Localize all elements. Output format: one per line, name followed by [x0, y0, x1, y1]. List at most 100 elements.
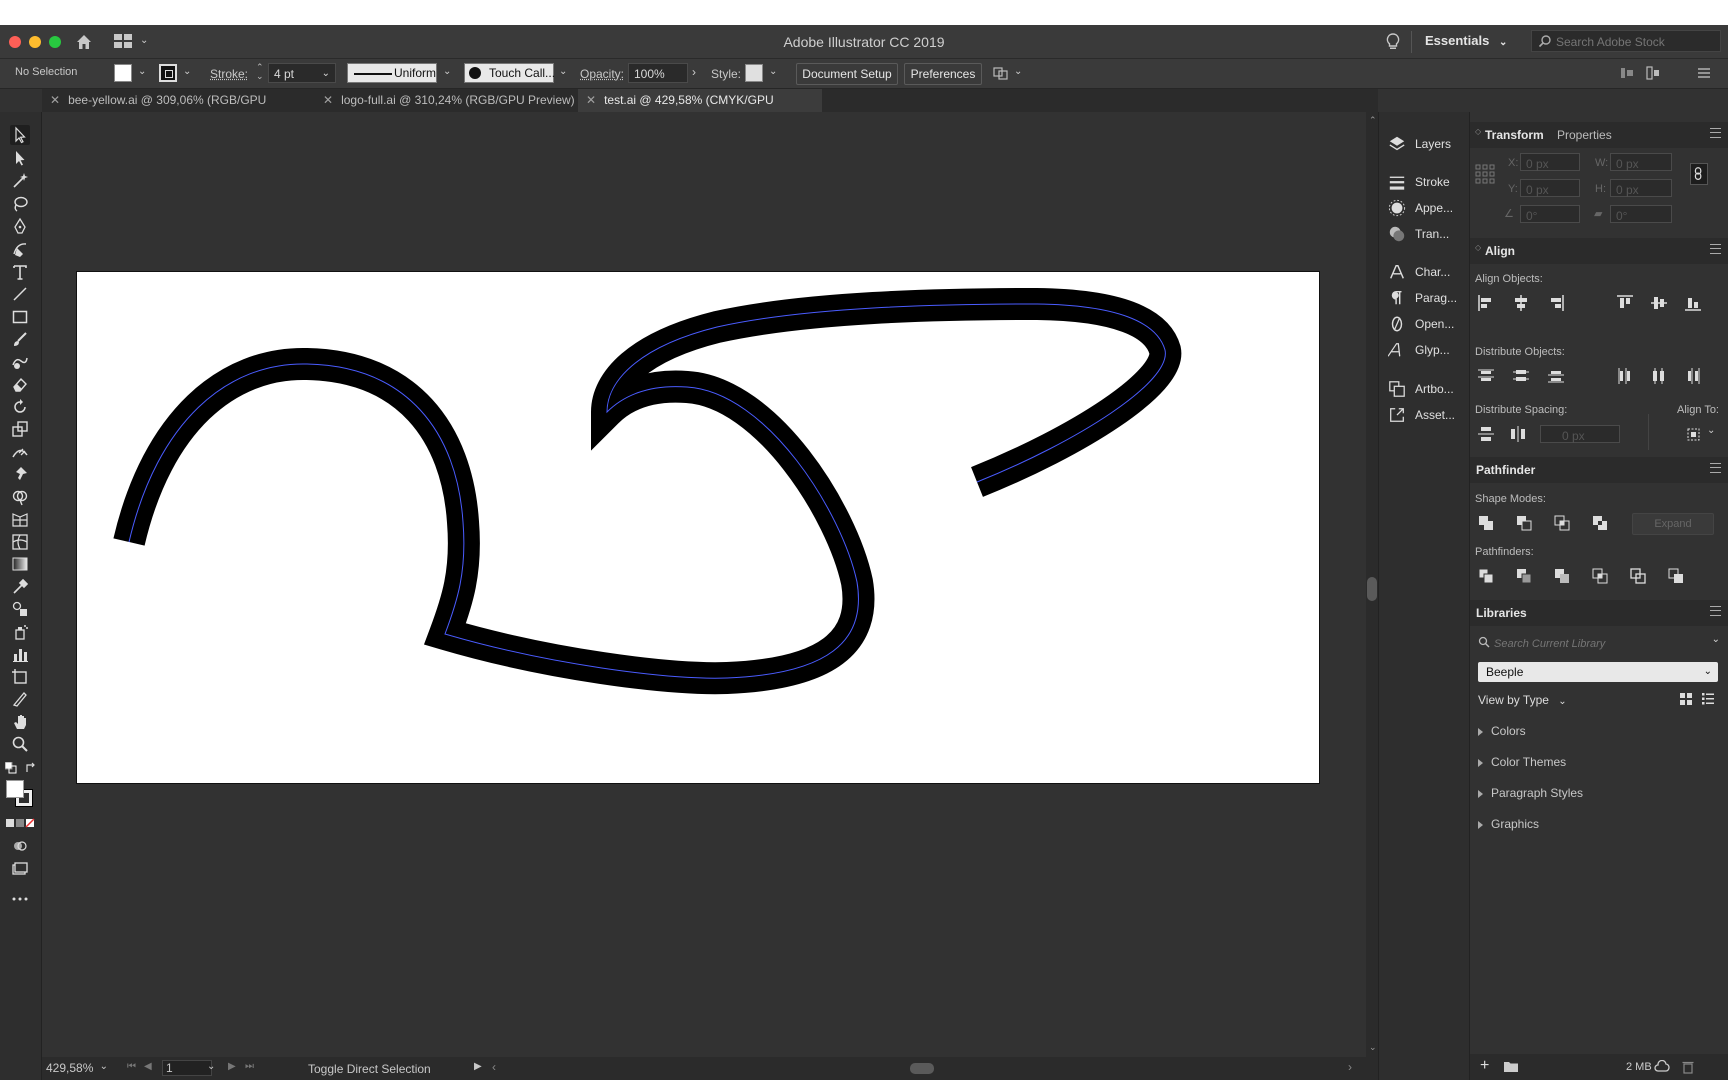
- arrange-icon[interactable]: [993, 65, 1009, 81]
- hand-tool-icon[interactable]: [10, 712, 30, 732]
- chevron-down-icon[interactable]: ⌄: [559, 66, 567, 77]
- scroll-up-icon[interactable]: ⌃: [1369, 115, 1377, 126]
- panel-menu-icon[interactable]: [1710, 463, 1721, 473]
- align-vertical-center-icon[interactable]: [1648, 292, 1670, 314]
- pen-tool-icon[interactable]: [10, 216, 30, 236]
- outline-icon[interactable]: [1627, 565, 1649, 587]
- distribute-vertical-center-icon[interactable]: [1510, 365, 1532, 387]
- status-menu-icon[interactable]: ▶: [474, 1061, 482, 1072]
- artboard[interactable]: [76, 271, 1320, 784]
- library-search-box[interactable]: ⌄: [1474, 633, 1724, 653]
- preferences-button[interactable]: Preferences: [904, 63, 982, 85]
- color-gradient-none-icon[interactable]: [6, 817, 36, 828]
- default-fill-stroke-icon[interactable]: [4, 761, 17, 774]
- chevron-down-icon[interactable]: ⌄: [1712, 634, 1720, 645]
- screen-mode-icon[interactable]: [10, 859, 30, 879]
- scroll-right-icon[interactable]: ›: [1348, 1060, 1352, 1074]
- dock-stroke[interactable]: Stroke: [1387, 170, 1467, 194]
- spacing-field[interactable]: 0 px: [1540, 425, 1620, 443]
- first-artboard-icon[interactable]: ⏮: [127, 1061, 136, 1072]
- stock-search-box[interactable]: [1531, 30, 1721, 52]
- w-field[interactable]: 0 px: [1610, 153, 1672, 171]
- line-segment-tool-icon[interactable]: [10, 284, 30, 304]
- selection-tool-icon[interactable]: [10, 125, 30, 145]
- minus-back-icon[interactable]: [1665, 565, 1687, 587]
- close-tab-icon[interactable]: ✕: [586, 93, 596, 107]
- h-field[interactable]: 0 px: [1610, 179, 1672, 197]
- tab-properties[interactable]: Properties: [1557, 128, 1612, 142]
- dock-asset-export[interactable]: Asset...: [1387, 403, 1467, 427]
- chevron-right-icon[interactable]: ›: [692, 65, 696, 79]
- gradient-tool-icon[interactable]: [10, 554, 30, 574]
- align-right-icon[interactable]: [1545, 292, 1567, 314]
- collapse-icon[interactable]: ◇: [1475, 127, 1481, 136]
- exclude-icon[interactable]: [1589, 512, 1611, 534]
- dock-character[interactable]: Char...: [1387, 260, 1467, 284]
- y-field[interactable]: 0 px: [1520, 179, 1580, 197]
- horizontal-scrollbar-thumb[interactable]: [910, 1063, 934, 1074]
- tab-logo-full[interactable]: ✕ logo-full.ai @ 310,24% (RGB/GPU Preview…: [315, 89, 585, 112]
- dock-glyphs[interactable]: Glyp...: [1387, 338, 1467, 362]
- scale-tool-icon[interactable]: [10, 419, 30, 439]
- stroke-swatch[interactable]: [159, 64, 177, 82]
- paintbrush-tool-icon[interactable]: [10, 329, 30, 349]
- tab-bee-yellow[interactable]: ✕bee-yellow.ai @ 309,06% (RGB/GPU Previe…: [42, 89, 308, 130]
- align-to-selection-icon[interactable]: [1684, 423, 1706, 445]
- canvas-area[interactable]: [42, 112, 1366, 1057]
- artboard-number-field[interactable]: 1: [162, 1060, 212, 1076]
- tab-libraries[interactable]: Libraries: [1476, 606, 1527, 620]
- library-section-graphics[interactable]: Graphics: [1478, 817, 1539, 831]
- align-bottom-icon[interactable]: [1682, 292, 1704, 314]
- eraser-tool-icon[interactable]: [10, 374, 30, 394]
- scrollbar-thumb[interactable]: [1367, 577, 1377, 601]
- document-setup-button[interactable]: Document Setup: [796, 63, 898, 85]
- trim-icon[interactable]: [1513, 565, 1535, 587]
- distribute-vertical-spacing-icon[interactable]: [1475, 423, 1497, 445]
- chevron-down-icon[interactable]: ⌄: [207, 1061, 215, 1072]
- tab-test[interactable]: ✕test.ai @ 429,58% (CMYK/GPU Preview): [578, 89, 822, 130]
- shape-builder-tool-icon[interactable]: [10, 487, 30, 507]
- dock-transparency[interactable]: Tran...: [1387, 222, 1467, 246]
- direct-selection-tool-icon[interactable]: [10, 148, 30, 168]
- grid-view-icon[interactable]: [1679, 692, 1693, 706]
- library-section-color-themes[interactable]: Color Themes: [1478, 755, 1566, 769]
- dock-paragraph[interactable]: Parag...: [1387, 286, 1467, 310]
- next-artboard-icon[interactable]: ▶: [228, 1061, 236, 1072]
- scroll-left-icon[interactable]: ‹: [492, 1060, 496, 1074]
- rotate-field[interactable]: 0°: [1520, 205, 1580, 223]
- library-search-input[interactable]: [1492, 635, 1696, 653]
- align-horizontal-center-icon[interactable]: [1510, 292, 1532, 314]
- folder-icon[interactable]: [1503, 1060, 1519, 1073]
- type-tool-icon[interactable]: [10, 262, 30, 282]
- stock-search-input[interactable]: [1554, 33, 1718, 51]
- lasso-tool-icon[interactable]: [10, 194, 30, 214]
- expand-button[interactable]: Expand: [1632, 513, 1714, 535]
- reference-point-icon[interactable]: [1475, 164, 1495, 184]
- minus-front-icon[interactable]: [1513, 512, 1535, 534]
- chevron-down-icon[interactable]: ⌄: [183, 66, 191, 77]
- rotate-tool-icon[interactable]: [10, 397, 30, 417]
- magic-wand-tool-icon[interactable]: [10, 171, 30, 191]
- intersect-icon[interactable]: [1551, 512, 1573, 534]
- rectangle-tool-icon[interactable]: [10, 307, 30, 327]
- distribute-horizontal-spacing-icon[interactable]: [1507, 423, 1529, 445]
- distribute-left-icon[interactable]: [1614, 365, 1636, 387]
- zoom-tool-icon[interactable]: [10, 734, 30, 754]
- dock-artboards[interactable]: Artbo...: [1387, 377, 1467, 401]
- align-top-icon[interactable]: [1614, 292, 1636, 314]
- stroke-stepper[interactable]: ⌃ ⌄: [256, 63, 264, 81]
- library-section-colors[interactable]: Colors: [1478, 724, 1526, 738]
- more-tools-icon[interactable]: [10, 889, 30, 909]
- perspective-grid-tool-icon[interactable]: [10, 509, 30, 529]
- width-tool-icon[interactable]: [10, 442, 30, 462]
- distribute-top-icon[interactable]: [1475, 365, 1497, 387]
- tab-transform[interactable]: Transform: [1485, 128, 1544, 142]
- chevron-down-icon[interactable]: ⌄: [769, 66, 777, 77]
- divide-icon[interactable]: [1475, 565, 1497, 587]
- workspace-switcher[interactable]: Essentials ⌄: [1425, 33, 1507, 48]
- panel-menu-icon[interactable]: [1710, 128, 1721, 138]
- dock-layers[interactable]: Layers: [1387, 132, 1467, 156]
- distribute-right-icon[interactable]: [1682, 365, 1704, 387]
- trash-icon[interactable]: [1682, 1060, 1694, 1074]
- column-graph-tool-icon[interactable]: [10, 644, 30, 664]
